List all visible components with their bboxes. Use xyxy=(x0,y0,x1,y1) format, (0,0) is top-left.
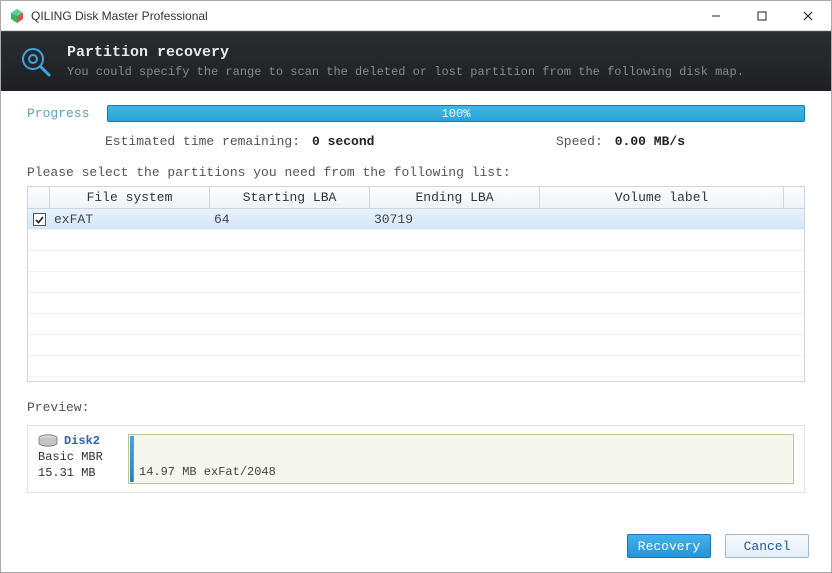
partition-table: File system Starting LBA Ending LBA Volu… xyxy=(27,186,805,382)
speed-label: Speed: xyxy=(556,134,603,149)
footer: Recovery Cancel xyxy=(1,521,831,572)
eta-value: 0 second xyxy=(312,134,374,149)
table-body[interactable]: exFAT 64 30719 xyxy=(28,209,804,381)
table-row[interactable]: exFAT 64 30719 xyxy=(28,209,804,230)
cell-file-system: exFAT xyxy=(50,212,210,227)
maximize-button[interactable] xyxy=(739,1,785,31)
col-volume-label[interactable]: Volume label xyxy=(540,187,784,208)
preview-box: Disk2 Basic MBR 15.31 MB 14.97 MB exFat/… xyxy=(27,425,805,493)
table-row xyxy=(28,272,804,293)
minimize-button[interactable] xyxy=(693,1,739,31)
col-checkbox xyxy=(28,187,50,208)
col-ending-lba[interactable]: Ending LBA xyxy=(370,187,540,208)
list-prompt: Please select the partitions you need fr… xyxy=(27,165,805,180)
col-starting-lba[interactable]: Starting LBA xyxy=(210,187,370,208)
disk-type: Basic MBR xyxy=(38,450,114,464)
main-content: Progress 100% Estimated time remaining: … xyxy=(1,91,831,521)
titlebar: QILING Disk Master Professional xyxy=(1,1,831,31)
close-button[interactable] xyxy=(785,1,831,31)
table-header: File system Starting LBA Ending LBA Volu… xyxy=(28,187,804,209)
disk-size: 15.31 MB xyxy=(38,466,114,480)
window-title: QILING Disk Master Professional xyxy=(31,9,693,23)
table-row xyxy=(28,251,804,272)
disk-segment[interactable] xyxy=(130,436,134,482)
stats-row: Estimated time remaining: 0 second Speed… xyxy=(27,134,805,149)
table-row xyxy=(28,293,804,314)
row-checkbox[interactable] xyxy=(33,213,46,226)
preview-label: Preview: xyxy=(27,400,805,415)
cell-ending-lba: 30719 xyxy=(370,212,540,227)
progress-bar: 100% xyxy=(107,105,805,122)
table-row xyxy=(28,230,804,251)
disk-segment-label: 14.97 MB exFat/2048 xyxy=(139,465,276,479)
recovery-button[interactable]: Recovery xyxy=(627,534,711,558)
cell-starting-lba: 64 xyxy=(210,212,370,227)
magnifier-disk-icon xyxy=(19,45,53,79)
speed-value: 0.00 MB/s xyxy=(615,134,685,149)
col-extra xyxy=(784,187,804,208)
col-file-system[interactable]: File system xyxy=(50,187,210,208)
cancel-button[interactable]: Cancel xyxy=(725,534,809,558)
progress-percent: 100% xyxy=(108,106,804,121)
disk-name: Disk2 xyxy=(64,434,100,448)
progress-label: Progress xyxy=(27,106,93,121)
banner-heading: Partition recovery xyxy=(67,44,744,61)
page-banner: Partition recovery You could specify the… xyxy=(1,31,831,91)
disk-icon xyxy=(38,434,58,448)
table-row xyxy=(28,335,804,356)
eta-label: Estimated time remaining: xyxy=(105,134,300,149)
disk-map[interactable]: 14.97 MB exFat/2048 xyxy=(128,434,794,484)
progress-row: Progress 100% xyxy=(27,105,805,122)
banner-subheading: You could specify the range to scan the … xyxy=(67,65,744,79)
table-row xyxy=(28,356,804,377)
app-logo-icon xyxy=(9,8,25,24)
table-row xyxy=(28,314,804,335)
disk-info: Disk2 Basic MBR 15.31 MB xyxy=(38,434,114,484)
